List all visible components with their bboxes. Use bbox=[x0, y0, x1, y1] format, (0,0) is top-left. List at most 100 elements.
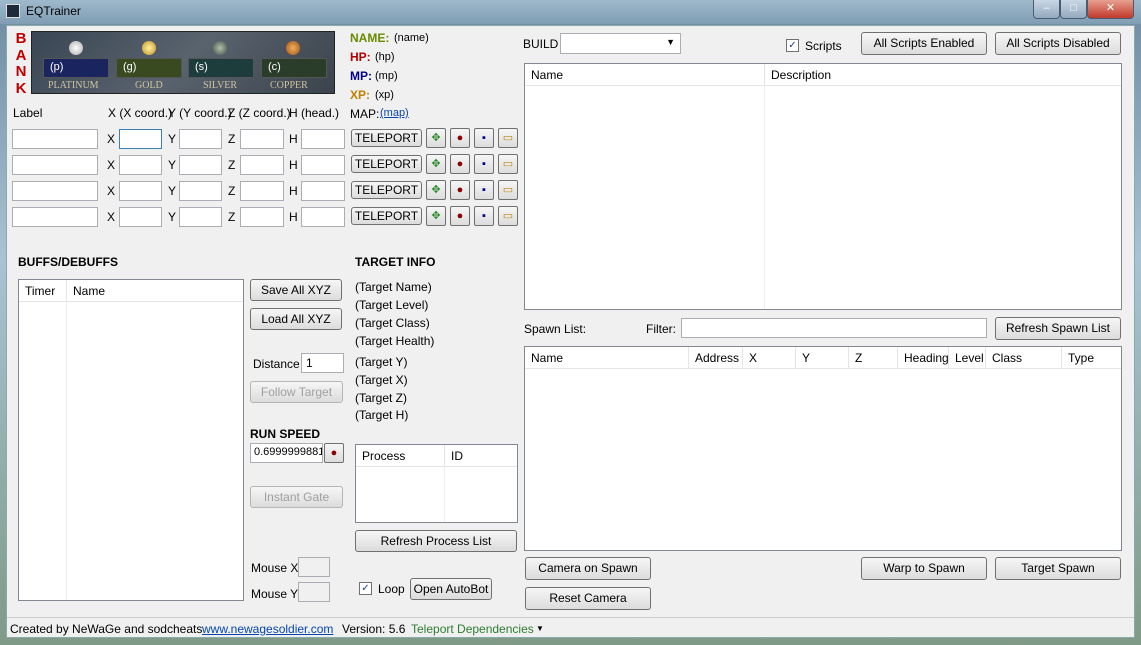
website-link[interactable]: www.newagesoldier.com bbox=[202, 622, 333, 636]
save-icon[interactable]: ▪ bbox=[474, 128, 494, 148]
set-speed-icon[interactable]: ● bbox=[324, 443, 344, 463]
save-icon[interactable]: ▪ bbox=[474, 154, 494, 174]
follow-target-button[interactable]: Follow Target bbox=[250, 381, 343, 403]
distance-field[interactable]: 1 bbox=[301, 353, 344, 373]
stop-icon[interactable]: ● bbox=[450, 206, 470, 226]
stop-icon[interactable]: ● bbox=[450, 154, 470, 174]
open-autobot-button[interactable]: Open AutoBot bbox=[410, 578, 492, 600]
h-field[interactable] bbox=[301, 155, 345, 175]
open-folder-icon[interactable]: ▭ bbox=[498, 180, 518, 200]
silver-value: (s) bbox=[188, 58, 254, 78]
z-field[interactable] bbox=[240, 181, 284, 201]
timer-column-header[interactable]: Timer bbox=[19, 280, 67, 302]
y-column-header[interactable]: Y bbox=[796, 347, 849, 369]
teleport-button[interactable]: TELEPORT bbox=[351, 155, 422, 173]
refresh-spawn-list-button[interactable]: Refresh Spawn List bbox=[995, 317, 1121, 340]
scripts-list[interactable]: Name Description bbox=[524, 63, 1122, 310]
z-field[interactable] bbox=[240, 129, 284, 149]
save-icon[interactable]: ▪ bbox=[474, 180, 494, 200]
map-link[interactable]: (map) bbox=[380, 107, 409, 119]
teleport-dependencies-menu[interactable]: Teleport Dependencies bbox=[411, 622, 534, 636]
process-list[interactable]: Process ID bbox=[355, 444, 518, 523]
h-field[interactable] bbox=[301, 129, 345, 149]
all-scripts-disabled-button[interactable]: All Scripts Disabled bbox=[995, 32, 1121, 55]
z-column-header[interactable]: Z bbox=[849, 347, 898, 369]
move-icon[interactable]: ✥ bbox=[426, 128, 446, 148]
platinum-coin-icon bbox=[69, 41, 83, 55]
target-spawn-button[interactable]: Target Spawn bbox=[995, 557, 1121, 580]
build-dropdown[interactable]: ▼ bbox=[560, 33, 681, 54]
target-level: (Target Level) bbox=[355, 298, 429, 312]
camera-on-spawn-button[interactable]: Camera on Spawn bbox=[525, 557, 651, 580]
target-class: (Target Class) bbox=[355, 316, 430, 330]
spawn-list[interactable]: Name Address X Y Z Heading Level Class T… bbox=[524, 346, 1122, 551]
dropdown-arrow-icon[interactable]: ▼ bbox=[536, 624, 544, 633]
description-column-header[interactable]: Description bbox=[765, 64, 1121, 86]
name-column-header[interactable]: Name bbox=[67, 280, 243, 302]
h-field[interactable] bbox=[301, 207, 345, 227]
h-label: H bbox=[289, 184, 298, 198]
level-column-header[interactable]: Level bbox=[949, 347, 986, 369]
maximize-button[interactable]: □ bbox=[1060, 0, 1087, 19]
save-all-xyz-button[interactable]: Save All XYZ bbox=[250, 279, 342, 301]
mp-label: MP: bbox=[350, 69, 372, 83]
label-field[interactable] bbox=[12, 129, 98, 149]
hp-value: (hp) bbox=[375, 51, 395, 63]
z-field[interactable] bbox=[240, 207, 284, 227]
coords-label-header: Label bbox=[13, 106, 43, 120]
label-field[interactable] bbox=[12, 207, 98, 227]
move-icon[interactable]: ✥ bbox=[426, 154, 446, 174]
label-field[interactable] bbox=[12, 181, 98, 201]
instant-gate-button[interactable]: Instant Gate bbox=[250, 486, 343, 508]
teleport-button[interactable]: TELEPORT bbox=[351, 207, 422, 225]
y-field[interactable] bbox=[179, 155, 222, 175]
id-column-header[interactable]: ID bbox=[445, 445, 517, 467]
x-field[interactable] bbox=[119, 207, 162, 227]
spawn-name-column-header[interactable]: Name bbox=[525, 347, 689, 369]
all-scripts-enabled-button[interactable]: All Scripts Enabled bbox=[861, 32, 987, 55]
x-column-header[interactable]: X bbox=[743, 347, 796, 369]
status-divider bbox=[7, 617, 1134, 618]
y-field[interactable] bbox=[179, 181, 222, 201]
save-icon[interactable]: ▪ bbox=[474, 206, 494, 226]
process-column-header[interactable]: Process bbox=[356, 445, 445, 467]
z-field[interactable] bbox=[240, 155, 284, 175]
distance-label: Distance bbox=[253, 357, 300, 371]
run-speed-field[interactable]: 0.6999999881 bbox=[250, 443, 323, 463]
move-icon[interactable]: ✥ bbox=[426, 206, 446, 226]
open-folder-icon[interactable]: ▭ bbox=[498, 154, 518, 174]
y-label: Y bbox=[168, 184, 177, 198]
x-field[interactable] bbox=[119, 129, 162, 149]
y-field[interactable] bbox=[179, 207, 222, 227]
open-folder-icon[interactable]: ▭ bbox=[498, 206, 518, 226]
teleport-button[interactable]: TELEPORT bbox=[351, 181, 422, 199]
scripts-checkbox[interactable]: ✓ bbox=[786, 39, 799, 52]
class-column-header[interactable]: Class bbox=[986, 347, 1062, 369]
platinum-label: PLATINUM bbox=[48, 80, 99, 91]
minimize-button[interactable]: – bbox=[1033, 0, 1060, 19]
move-icon[interactable]: ✥ bbox=[426, 180, 446, 200]
stop-icon[interactable]: ● bbox=[450, 128, 470, 148]
refresh-process-list-button[interactable]: Refresh Process List bbox=[355, 530, 517, 552]
reset-camera-button[interactable]: Reset Camera bbox=[525, 587, 651, 610]
x-field[interactable] bbox=[119, 181, 162, 201]
xp-label: XP: bbox=[350, 88, 371, 102]
stop-icon[interactable]: ● bbox=[450, 180, 470, 200]
coords-z-header: Z (Z coord.) bbox=[228, 106, 291, 120]
h-field[interactable] bbox=[301, 181, 345, 201]
filter-input[interactable] bbox=[681, 318, 987, 338]
buffs-list[interactable]: Timer Name bbox=[18, 279, 244, 601]
loop-checkbox[interactable]: ✓ bbox=[359, 582, 372, 595]
y-field[interactable] bbox=[179, 129, 222, 149]
load-all-xyz-button[interactable]: Load All XYZ bbox=[250, 308, 342, 330]
teleport-button[interactable]: TELEPORT bbox=[351, 129, 422, 147]
label-field[interactable] bbox=[12, 155, 98, 175]
address-column-header[interactable]: Address bbox=[689, 347, 743, 369]
type-column-header[interactable]: Type bbox=[1062, 347, 1121, 369]
x-field[interactable] bbox=[119, 155, 162, 175]
close-button[interactable]: ✕ bbox=[1087, 0, 1134, 19]
warp-to-spawn-button[interactable]: Warp to Spawn bbox=[861, 557, 987, 580]
open-folder-icon[interactable]: ▭ bbox=[498, 128, 518, 148]
heading-column-header[interactable]: Heading bbox=[898, 347, 949, 369]
script-name-column-header[interactable]: Name bbox=[525, 64, 765, 86]
